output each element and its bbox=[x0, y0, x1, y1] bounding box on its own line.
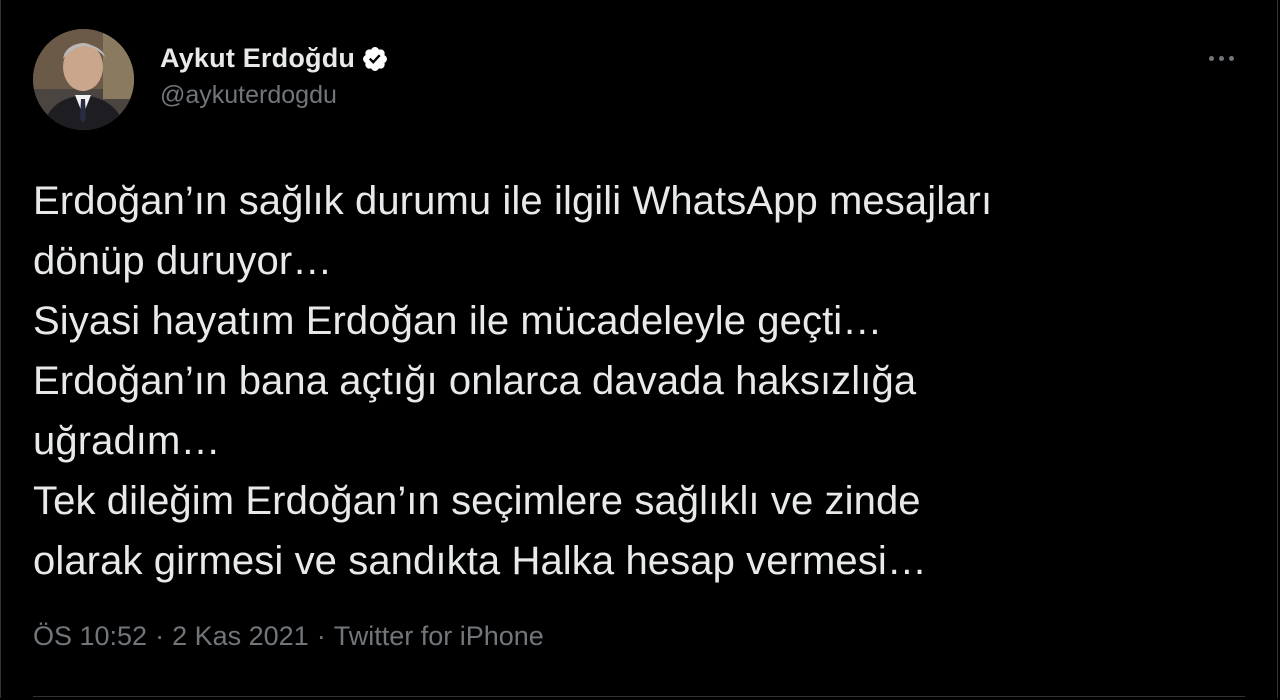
more-horizontal-icon bbox=[1218, 55, 1224, 61]
tweet-text-line: Siyasi hayatım Erdoğan ile mücadeleyle g… bbox=[33, 299, 883, 343]
tweet-time[interactable]: ÖS 10:52 bbox=[33, 621, 147, 652]
verified-badge-icon bbox=[363, 47, 388, 71]
tweet-source[interactable]: Twitter for iPhone bbox=[334, 621, 544, 652]
tweet-card: Aykut Erdoğdu @aykuterdogdu Erdoğan’ın s… bbox=[0, 0, 1280, 700]
author-avatar[interactable] bbox=[33, 29, 134, 130]
meta-separator: · bbox=[155, 621, 165, 651]
author-handle[interactable]: @aykuterdogdu bbox=[160, 81, 389, 110]
tweet-text-line: uğradım… bbox=[33, 419, 221, 463]
avatar-photo bbox=[33, 29, 134, 130]
more-options-button[interactable] bbox=[1198, 38, 1244, 78]
tweet-divider bbox=[33, 696, 1245, 697]
more-horizontal-icon bbox=[1228, 55, 1234, 61]
tweet-text-line: Erdoğan’ın sağlık durumu ile ilgili What… bbox=[33, 179, 993, 223]
tweet-text: Erdoğan’ın sağlık durumu ile ilgili What… bbox=[33, 171, 1243, 591]
meta-separator: · bbox=[316, 621, 326, 651]
author-info: Aykut Erdoğdu @aykuterdogdu bbox=[160, 38, 389, 110]
more-horizontal-icon bbox=[1208, 55, 1214, 61]
tweet-date[interactable]: 2 Kas 2021 bbox=[172, 621, 309, 652]
author-display-name[interactable]: Aykut Erdoğdu bbox=[160, 43, 355, 74]
tweet-metadata: ÖS 10:52 · 2 Kas 2021 · Twitter for iPho… bbox=[33, 621, 544, 652]
tweet-text-line: Tek dileğim Erdoğan’ın seçimlere sağlıkl… bbox=[33, 479, 921, 523]
tweet-text-line: dönüp duruyor… bbox=[33, 239, 333, 283]
author-name-row: Aykut Erdoğdu bbox=[160, 38, 389, 78]
tweet-text-line: Erdoğan’ın bana açtığı onlarca davada ha… bbox=[33, 359, 917, 403]
tweet-text-line: olarak girmesi ve sandıkta Halka hesap v… bbox=[33, 539, 927, 583]
